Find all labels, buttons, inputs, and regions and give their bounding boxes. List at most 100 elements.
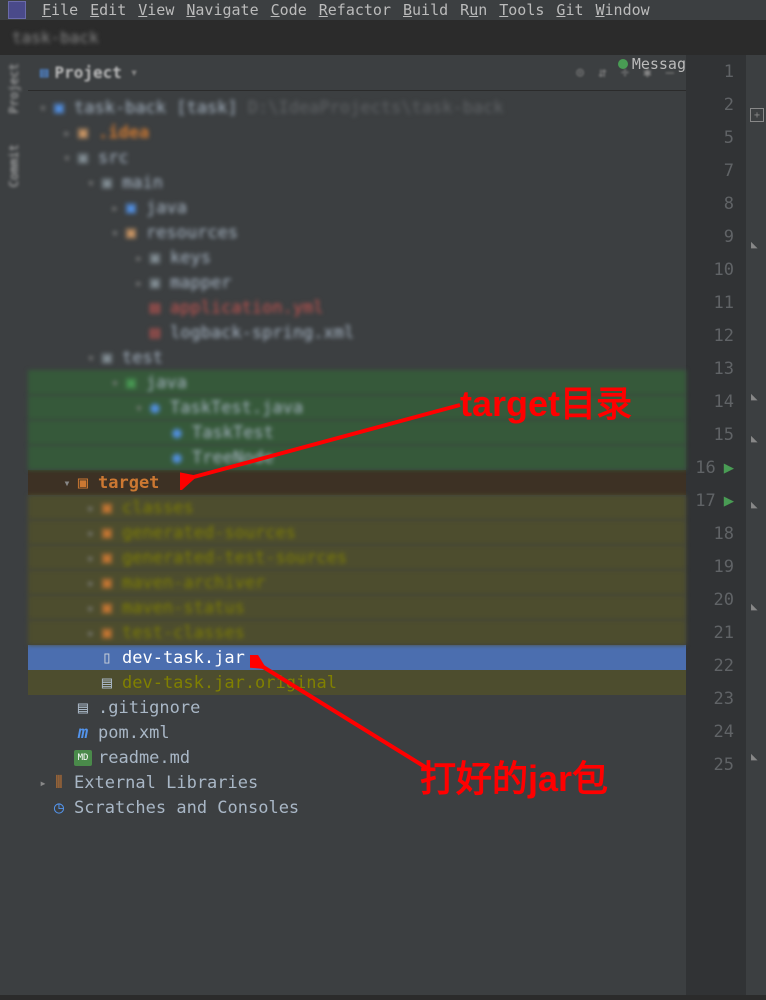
chevron-right-icon[interactable]: ▸ [36, 776, 50, 790]
tree-src[interactable]: ▾ ▣ src [28, 145, 686, 170]
chevron-right-icon[interactable]: ▸ [84, 626, 98, 640]
project-icon: ▤ [40, 65, 48, 81]
chevron-right-icon[interactable]: ▸ [84, 501, 98, 515]
line-number: 11 [686, 286, 746, 319]
ide-logo [8, 1, 26, 19]
line-number: 22 [686, 649, 746, 682]
tree-treenode[interactable]: ◉ TreeNode [28, 445, 686, 470]
sidebar-tab-project[interactable]: Project [7, 63, 21, 114]
sidebar-tab-commit[interactable]: Commit [7, 144, 21, 187]
tree-tasktest-file[interactable]: ▾ ◉ TaskTest.java [28, 395, 686, 420]
chevron-down-icon[interactable]: ▾ [84, 351, 98, 365]
tree-label: src [98, 148, 129, 168]
line-number: 12 [686, 319, 746, 352]
tree-java-test[interactable]: ▾ ▣ java [28, 370, 686, 395]
run-gutter-icon[interactable]: ▶ [724, 491, 734, 511]
chevron-down-icon[interactable]: ▾ [84, 176, 98, 190]
module-icon: ▣ [50, 100, 68, 116]
target-icon[interactable]: ⊙ [576, 65, 584, 81]
tree-label: .gitignore [98, 698, 200, 718]
menu-code[interactable]: Code [271, 1, 307, 19]
tree-testclasses[interactable]: ▸ ▣ test-classes [28, 620, 686, 645]
chevron-right-icon[interactable]: ▸ [84, 601, 98, 615]
gutter-marker-icon: ◣ [751, 498, 763, 512]
tree-mavenarchiver[interactable]: ▸ ▣ maven-archiver [28, 570, 686, 595]
tree-mapper[interactable]: ▸ ▣ mapper [28, 270, 686, 295]
menu-window[interactable]: Window [596, 1, 650, 19]
run-gutter-icon[interactable]: ▶ [724, 458, 734, 478]
chevron-down-icon[interactable]: ▾ [108, 226, 122, 240]
folder-icon: ▣ [98, 500, 116, 516]
chevron-down-icon[interactable]: ▾ [36, 101, 50, 115]
tree-classes[interactable]: ▸ ▣ classes [28, 495, 686, 520]
tree-idea[interactable]: ▸ ▣ .idea [28, 120, 686, 145]
tree-path: D:\IdeaProjects\task-back [248, 98, 504, 118]
dropdown-icon[interactable]: ▾ [130, 65, 138, 81]
chevron-right-icon[interactable]: ▸ [84, 551, 98, 565]
line-number: 8 [686, 187, 746, 220]
right-marker-strip [746, 55, 766, 995]
chevron-down-icon[interactable]: ▾ [60, 151, 74, 165]
menu-edit[interactable]: Edit [90, 1, 126, 19]
tree-target[interactable]: ▾ ▣ target [28, 470, 686, 495]
tree-gensources[interactable]: ▸ ▣ generated-sources [28, 520, 686, 545]
tree-devjar[interactable]: ▯ dev-task.jar [28, 645, 686, 670]
menu-build[interactable]: Build [403, 1, 448, 19]
line-number: 15 [686, 418, 746, 451]
tree-pom[interactable]: m pom.xml [28, 720, 686, 745]
line-number: 7 [686, 154, 746, 187]
tree-appyml[interactable]: ▤ application.yml [28, 295, 686, 320]
chevron-right-icon[interactable]: ▸ [108, 201, 122, 215]
chevron-down-icon[interactable]: ▾ [132, 401, 146, 415]
chevron-right-icon[interactable]: ▸ [60, 126, 74, 140]
menu-refactor[interactable]: Refactor [319, 1, 391, 19]
menu-tools[interactable]: Tools [499, 1, 544, 19]
chevron-right-icon[interactable]: ▸ [132, 276, 146, 290]
project-tree[interactable]: ▾ ▣ task-back [task] D:\IdeaProjects\tas… [28, 91, 686, 824]
menu-navigate[interactable]: Navigate [186, 1, 258, 19]
messages-tab[interactable]: Messag [618, 55, 686, 73]
menu-git[interactable]: Git [556, 1, 583, 19]
gutter-marker-icon: ◣ [751, 600, 763, 614]
tree-gentestsources[interactable]: ▸ ▣ generated-test-sources [28, 545, 686, 570]
scratch-icon: ◷ [50, 800, 68, 816]
tree-root[interactable]: ▾ ▣ task-back [task] D:\IdeaProjects\tas… [28, 95, 686, 120]
tree-java-main[interactable]: ▸ ▣ java [28, 195, 686, 220]
chevron-down-icon[interactable]: ▾ [60, 476, 74, 490]
tree-extlibs[interactable]: ▸ ⫴ External Libraries [28, 770, 686, 795]
line-number: 13 [686, 352, 746, 385]
tree-logback[interactable]: ▤ logback-spring.xml [28, 320, 686, 345]
line-number: 5 [686, 121, 746, 154]
tree-devjar-orig[interactable]: ▤ dev-task.jar.original [28, 670, 686, 695]
tree-keys[interactable]: ▸ ▣ keys [28, 245, 686, 270]
chevron-right-icon[interactable]: ▸ [84, 576, 98, 590]
tree-tasktest-class[interactable]: ◉ TaskTest [28, 420, 686, 445]
tree-scratches[interactable]: ◷ Scratches and Consoles [28, 795, 686, 820]
status-dot-icon [618, 59, 628, 69]
tree-label: java [146, 373, 187, 393]
line-number: 19 [686, 550, 746, 583]
tree-label: java [146, 198, 187, 218]
chevron-right-icon[interactable]: ▸ [84, 526, 98, 540]
tree-gitignore[interactable]: ▤ .gitignore [28, 695, 686, 720]
tree-main[interactable]: ▾ ▣ main [28, 170, 686, 195]
expand-icon[interactable]: ⇵ [598, 65, 606, 81]
menu-file[interactable]: File [42, 1, 78, 19]
line-number: 1 [686, 55, 746, 88]
menu-run[interactable]: Run [460, 1, 487, 19]
tree-mavenstatus[interactable]: ▸ ▣ maven-status [28, 595, 686, 620]
jar-icon: ▯ [98, 650, 116, 666]
folder-icon: ▣ [74, 150, 92, 166]
line-number: 23 [686, 682, 746, 715]
tree-readme[interactable]: MD readme.md [28, 745, 686, 770]
gutter-marker-icon: ◣ [751, 238, 763, 252]
chevron-right-icon[interactable]: ▸ [132, 251, 146, 265]
tree-resources[interactable]: ▾ ▣ resources [28, 220, 686, 245]
menu-view[interactable]: View [138, 1, 174, 19]
editor-gutter: 12578910111213141516▶17▶1819202122232425 [686, 55, 746, 995]
chevron-down-icon[interactable]: ▾ [108, 376, 122, 390]
add-marker-icon[interactable]: + [750, 108, 764, 122]
file-icon: ▤ [98, 675, 116, 691]
tree-test[interactable]: ▾ ▣ test [28, 345, 686, 370]
line-number: 17▶ [686, 484, 746, 517]
